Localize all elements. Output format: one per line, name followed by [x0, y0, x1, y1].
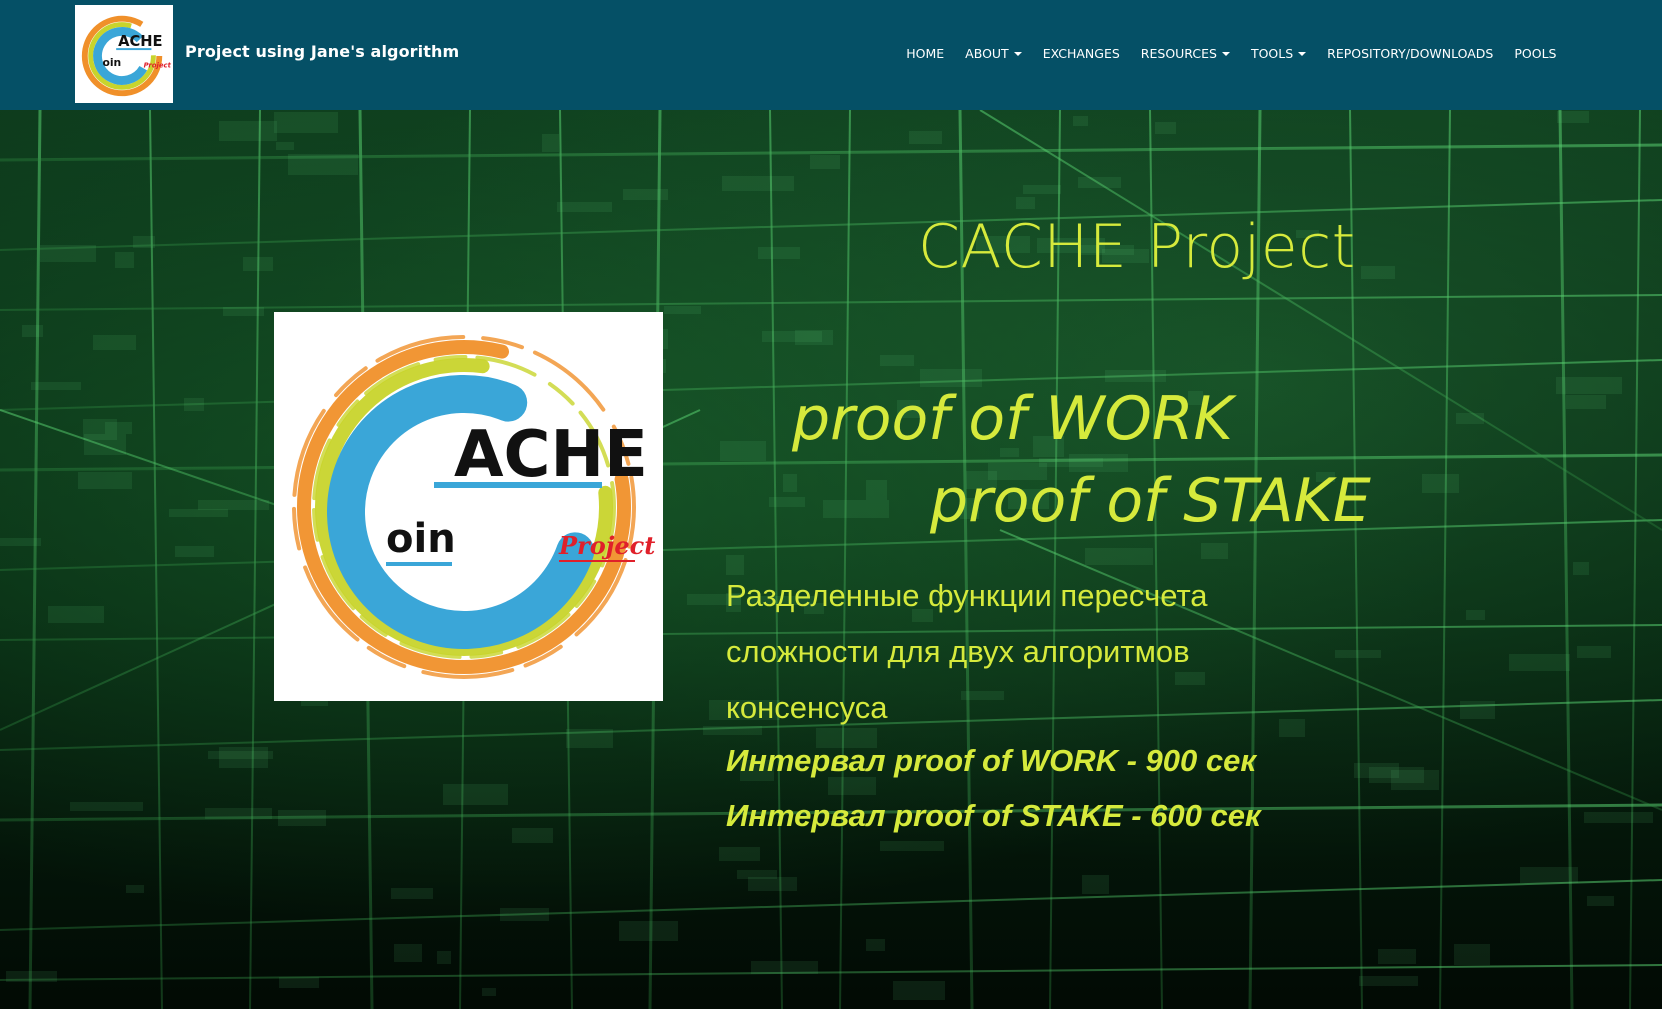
nav-resources-label: RESOURCES — [1140, 46, 1217, 61]
pow-interval: Интервал proof of WORK - 900 сек — [726, 743, 1257, 778]
nav-home-label: HOME — [906, 46, 945, 61]
nav-about-label: ABOUT — [965, 46, 1009, 61]
hero-logo-tag-text: Project — [558, 531, 655, 560]
nav-repository-downloads[interactable]: REPOSITORY/DOWNLOADS — [1317, 44, 1504, 63]
nav-repository-downloads-label: REPOSITORY/DOWNLOADS — [1327, 46, 1494, 61]
hero-logo: ACHE oin Project — [274, 312, 663, 701]
pos-interval: Интервал proof of STAKE - 600 сек — [726, 798, 1261, 833]
nav-tools[interactable]: TOOLS — [1240, 44, 1316, 63]
nav-pools[interactable]: POOLS — [1504, 44, 1567, 63]
navbar: ACHE oin Project Project using Jane's al… — [0, 0, 1662, 110]
hero-logo-sub-text: oin — [386, 516, 456, 562]
brand-logo[interactable]: ACHE oin Project — [75, 5, 173, 103]
caret-down-icon — [1221, 51, 1230, 56]
brand-title[interactable]: Project using Jane's algorithm — [185, 42, 459, 61]
hero-section: ACHE oin Project CACHE Project proof of … — [0, 110, 1662, 1009]
nav-exchanges[interactable]: EXCHANGES — [1032, 44, 1130, 63]
nav-about[interactable]: ABOUT — [955, 44, 1033, 63]
caret-down-icon — [1298, 51, 1307, 56]
brand-logo-sub-text: oin — [102, 56, 121, 69]
nav-home[interactable]: HOME — [896, 44, 955, 63]
nav-pools-label: POOLS — [1514, 46, 1557, 61]
brand-logo-main-text: ACHE — [118, 33, 162, 50]
brand-logo-tag-text: Project — [144, 62, 172, 70]
hero-logo-main-text: ACHE — [454, 418, 648, 492]
hero-title: CACHE Project — [918, 212, 1356, 282]
nav-tools-label: TOOLS — [1250, 46, 1294, 61]
proof-of-stake-heading: proof of STAKE — [930, 466, 1371, 536]
caret-down-icon — [1013, 51, 1022, 56]
main-nav: HOME ABOUT EXCHANGES RESOURCES TOOLS REP… — [896, 44, 1567, 63]
nav-resources[interactable]: RESOURCES — [1130, 44, 1240, 63]
proof-of-work-heading: proof of WORK — [792, 384, 1233, 454]
nav-exchanges-label: EXCHANGES — [1042, 46, 1120, 61]
difficulty-description: Разделенные функции пересчета сложности … — [726, 578, 1208, 725]
matrix-grid-background — [0, 110, 1662, 1009]
